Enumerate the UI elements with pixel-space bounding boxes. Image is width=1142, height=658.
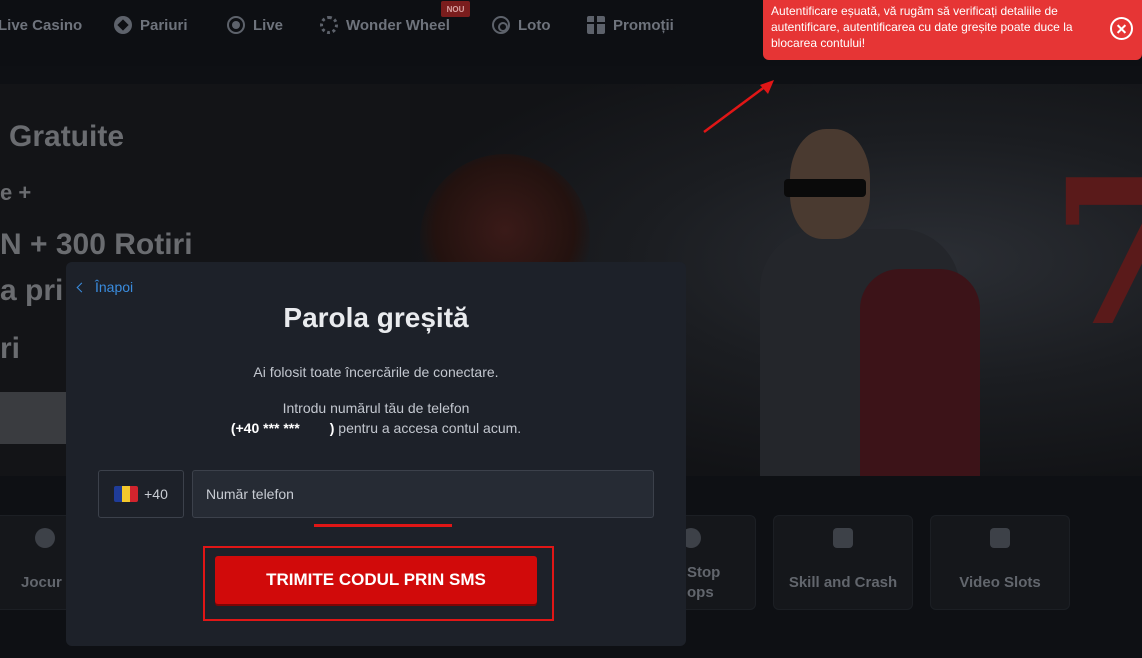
nav-item-label: Live: [253, 16, 284, 34]
nav-item-label: Promoții: [613, 16, 674, 34]
wrong-password-modal: Înapoi Parola greșită Ai folosit toate î…: [66, 262, 686, 646]
banner-text-line: a pri: [0, 274, 64, 307]
instruction-end: pentru a accesa contul acum.: [338, 420, 522, 436]
cards-icon: [833, 528, 853, 548]
phone-number-input[interactable]: [192, 470, 654, 518]
masked-phone: (+40 *** ***: [230, 420, 300, 436]
banner-headline: Gratuite: [9, 120, 125, 153]
back-link[interactable]: Înapoi: [76, 279, 134, 295]
category-label: Skill and Crash: [788, 574, 898, 591]
banner-person: [760, 129, 1010, 476]
banner-seven-graphic: 7: [1050, 136, 1142, 371]
nav-item-wonder-wheel[interactable]: Wonder Wheel: [320, 14, 450, 36]
live-icon: [227, 16, 245, 34]
back-label: Înapoi: [95, 279, 134, 295]
toast-message: Autentificare eșuată, vă rugăm să verifi…: [771, 4, 1073, 50]
modal-instruction-line2: (+40 *** ***) pentru a accesa contul acu…: [66, 420, 686, 436]
masked-phone-end: ): [329, 420, 335, 436]
banner-text-line: e +: [0, 180, 32, 205]
nav-item-label: Wonder Wheel: [346, 16, 450, 34]
highlight-underline: [314, 524, 452, 527]
nav-item-promotii[interactable]: Promoții: [587, 14, 674, 36]
annotation-arrow-icon: [703, 80, 774, 134]
chevron-left-icon: [76, 282, 87, 292]
ball-icon: [114, 16, 132, 34]
banner-text-line: N + 300 Rotiri: [0, 228, 193, 261]
category-label: Stop: [687, 564, 721, 581]
nav-item-label: Live Casino: [0, 16, 83, 34]
nav-item-label: Pariuri: [140, 16, 188, 34]
nav-item-live-casino[interactable]: Live Casino: [0, 14, 82, 36]
nav-item-loto[interactable]: Loto: [492, 14, 550, 36]
nav-item-label: Loto: [518, 16, 551, 34]
nav-item-live[interactable]: Live: [227, 14, 283, 36]
wheel-icon: [320, 16, 338, 34]
country-code-selector[interactable]: +40: [98, 470, 184, 518]
new-badge: NOU: [441, 1, 470, 17]
modal-title: Parola greșită: [283, 302, 469, 333]
category-card-video-slots[interactable]: Video Slots: [930, 515, 1070, 610]
error-toast: Autentificare eșuată, vă rugăm să verifi…: [763, 0, 1142, 60]
modal-subtitle: Ai folosit toate încercările de conectar…: [253, 364, 499, 380]
loto-icon: [492, 16, 510, 34]
nav-item-pariuri[interactable]: Pariuri: [114, 14, 188, 36]
banner-text-line: ri: [0, 332, 21, 365]
romania-flag-icon: [114, 486, 139, 502]
modal-instruction: Introdu numărul tău de telefon: [282, 400, 470, 416]
category-card-skill-and-crash[interactable]: Skill and Crash: [773, 515, 913, 610]
close-icon[interactable]: [1110, 17, 1133, 40]
slots-icon: [990, 528, 1010, 548]
gift-icon: [587, 16, 605, 34]
send-sms-code-button[interactable]: TRIMITE CODUL PRIN SMS: [215, 556, 537, 604]
country-code: +40: [144, 486, 168, 502]
banner-cta-button[interactable]: [0, 392, 66, 444]
category-label: ops: [687, 584, 714, 601]
category-label: Video Slots: [959, 574, 1041, 591]
new-icon: [35, 528, 55, 548]
